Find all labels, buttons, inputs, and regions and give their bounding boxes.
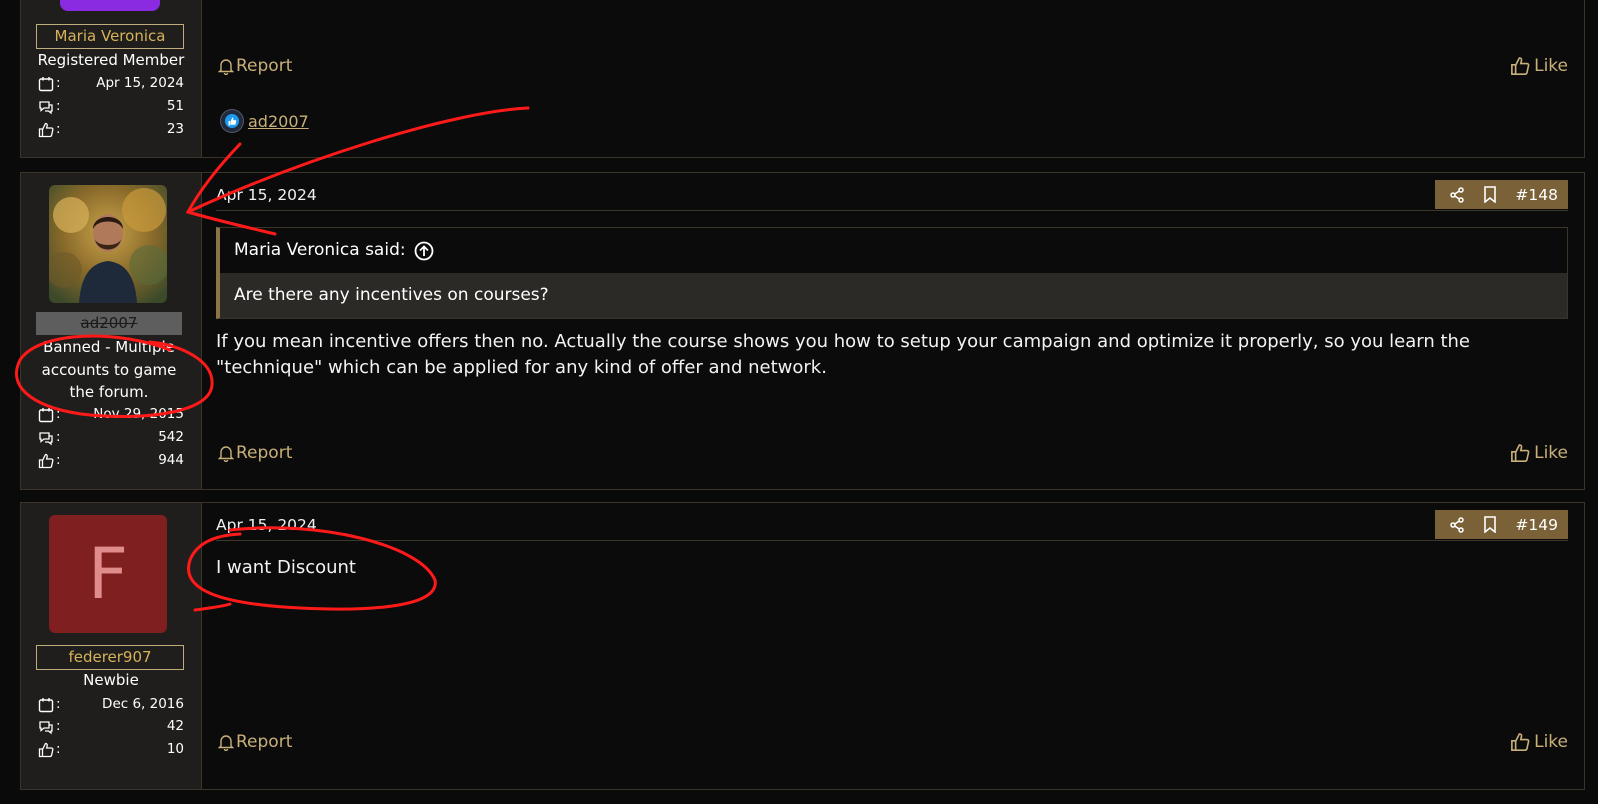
messages-icon (39, 432, 53, 446)
stat-joined: : Apr 15, 2024 (38, 74, 184, 94)
like-button[interactable]: Like (1510, 56, 1568, 76)
report-button[interactable]: Report (218, 56, 292, 76)
post-number[interactable]: #149 (1515, 516, 1558, 534)
quote-text: Are there any incentives on courses? (220, 273, 1567, 318)
stat-messages: :542 (38, 428, 184, 448)
stat-reactions: :23 (38, 120, 184, 140)
post-148: ad2007 Banned - Multiple accounts to gam… (20, 172, 1585, 490)
share-icon[interactable] (1449, 516, 1465, 533)
joined-date: Apr 15, 2024 (96, 75, 184, 91)
reaction-user-link[interactable]: ad2007 (248, 112, 309, 131)
username-banned[interactable]: ad2007 (36, 312, 182, 335)
thumbs-up-icon (1511, 733, 1530, 751)
bookmark-icon[interactable] (1483, 516, 1497, 533)
messages-icon (39, 721, 53, 735)
banned-notice: Banned - Multiple accounts to game the f… (41, 338, 177, 401)
like-reaction-icon (220, 109, 244, 133)
reaction-count: 23 (166, 121, 184, 137)
user-cell: ad2007 Banned - Multiple accounts to gam… (21, 173, 202, 489)
calendar-icon (38, 698, 54, 713)
thumbs-up-icon (38, 453, 54, 469)
bell-icon (218, 735, 234, 751)
bell-icon (218, 446, 234, 462)
calendar-icon (38, 408, 54, 423)
message-count: 51 (166, 98, 184, 114)
post-toolbar: #148 (1435, 180, 1568, 209)
user-role: Newbie (83, 671, 139, 689)
avatar[interactable]: F (49, 515, 167, 633)
quote-header[interactable]: Maria Veronica said: (220, 228, 1567, 273)
avatar-letter: F (87, 533, 129, 615)
post-toolbar: #149 (1435, 510, 1568, 539)
post-main: Report Like ad2007 (202, 0, 1584, 157)
user-cell: F federer907 Newbie : Dec 6, 2016 :42 :10 (21, 503, 202, 789)
calendar-icon (38, 77, 54, 92)
stat-reactions: :944 (38, 451, 184, 471)
messages-icon (39, 101, 53, 115)
avatar[interactable] (49, 185, 167, 303)
like-button[interactable]: Like (1510, 443, 1568, 463)
post-main: Apr 15, 2024 #149 I want Discount Report… (202, 503, 1584, 789)
user-role: Registered Member (37, 51, 185, 69)
thumbs-up-icon (1511, 57, 1530, 75)
quote-block: Maria Veronica said: Are there any incen… (216, 227, 1568, 319)
reaction-count: 10 (166, 741, 184, 757)
post-main: Apr 15, 2024 #148 Maria Veronica said: A… (202, 173, 1584, 489)
post-body: If you mean incentive offers then no. Ac… (216, 331, 1471, 378)
user-cell: Maria Veronica Registered Member : Apr 15… (21, 0, 202, 157)
joined-date: Dec 6, 2016 (102, 696, 184, 712)
post-number[interactable]: #148 (1515, 186, 1558, 204)
stat-joined: : Dec 6, 2016 (38, 695, 184, 715)
share-icon[interactable] (1449, 186, 1465, 203)
stat-messages: :42 (38, 717, 184, 737)
joined-date: Nov 29, 2015 (93, 406, 184, 422)
message-count: 542 (158, 429, 184, 445)
report-button[interactable]: Report (218, 732, 292, 752)
message-count: 42 (166, 718, 184, 734)
arrow-up-circle-icon[interactable] (414, 241, 434, 261)
post-maria-veronica: Maria Veronica Registered Member : Apr 15… (20, 0, 1585, 158)
thumbs-up-icon (1511, 444, 1530, 462)
post-date[interactable]: Apr 15, 2024 (216, 516, 317, 534)
header-divider (216, 540, 1568, 541)
like-button[interactable]: Like (1510, 732, 1568, 752)
quote-author: Maria Veronica said: (234, 240, 406, 260)
bookmark-icon[interactable] (1483, 186, 1497, 203)
report-button[interactable]: Report (218, 443, 292, 463)
avatar-photo (49, 185, 167, 303)
post-body: I want Discount (216, 557, 356, 578)
thumbs-up-icon (38, 122, 54, 138)
thumbs-up-icon (38, 742, 54, 758)
stat-reactions: :10 (38, 740, 184, 760)
username-link[interactable]: federer907 (36, 645, 184, 670)
bell-icon (218, 59, 234, 75)
stat-joined: : Nov 29, 2015 (38, 405, 184, 425)
reaction-count: 944 (158, 452, 184, 468)
post-149: F federer907 Newbie : Dec 6, 2016 :42 :10… (20, 502, 1585, 790)
reaction-list: ad2007 (220, 109, 309, 133)
avatar[interactable] (60, 0, 160, 11)
username-link[interactable]: Maria Veronica (36, 24, 184, 49)
header-divider (216, 210, 1568, 211)
stat-messages: :51 (38, 97, 184, 117)
post-date[interactable]: Apr 15, 2024 (216, 186, 317, 204)
